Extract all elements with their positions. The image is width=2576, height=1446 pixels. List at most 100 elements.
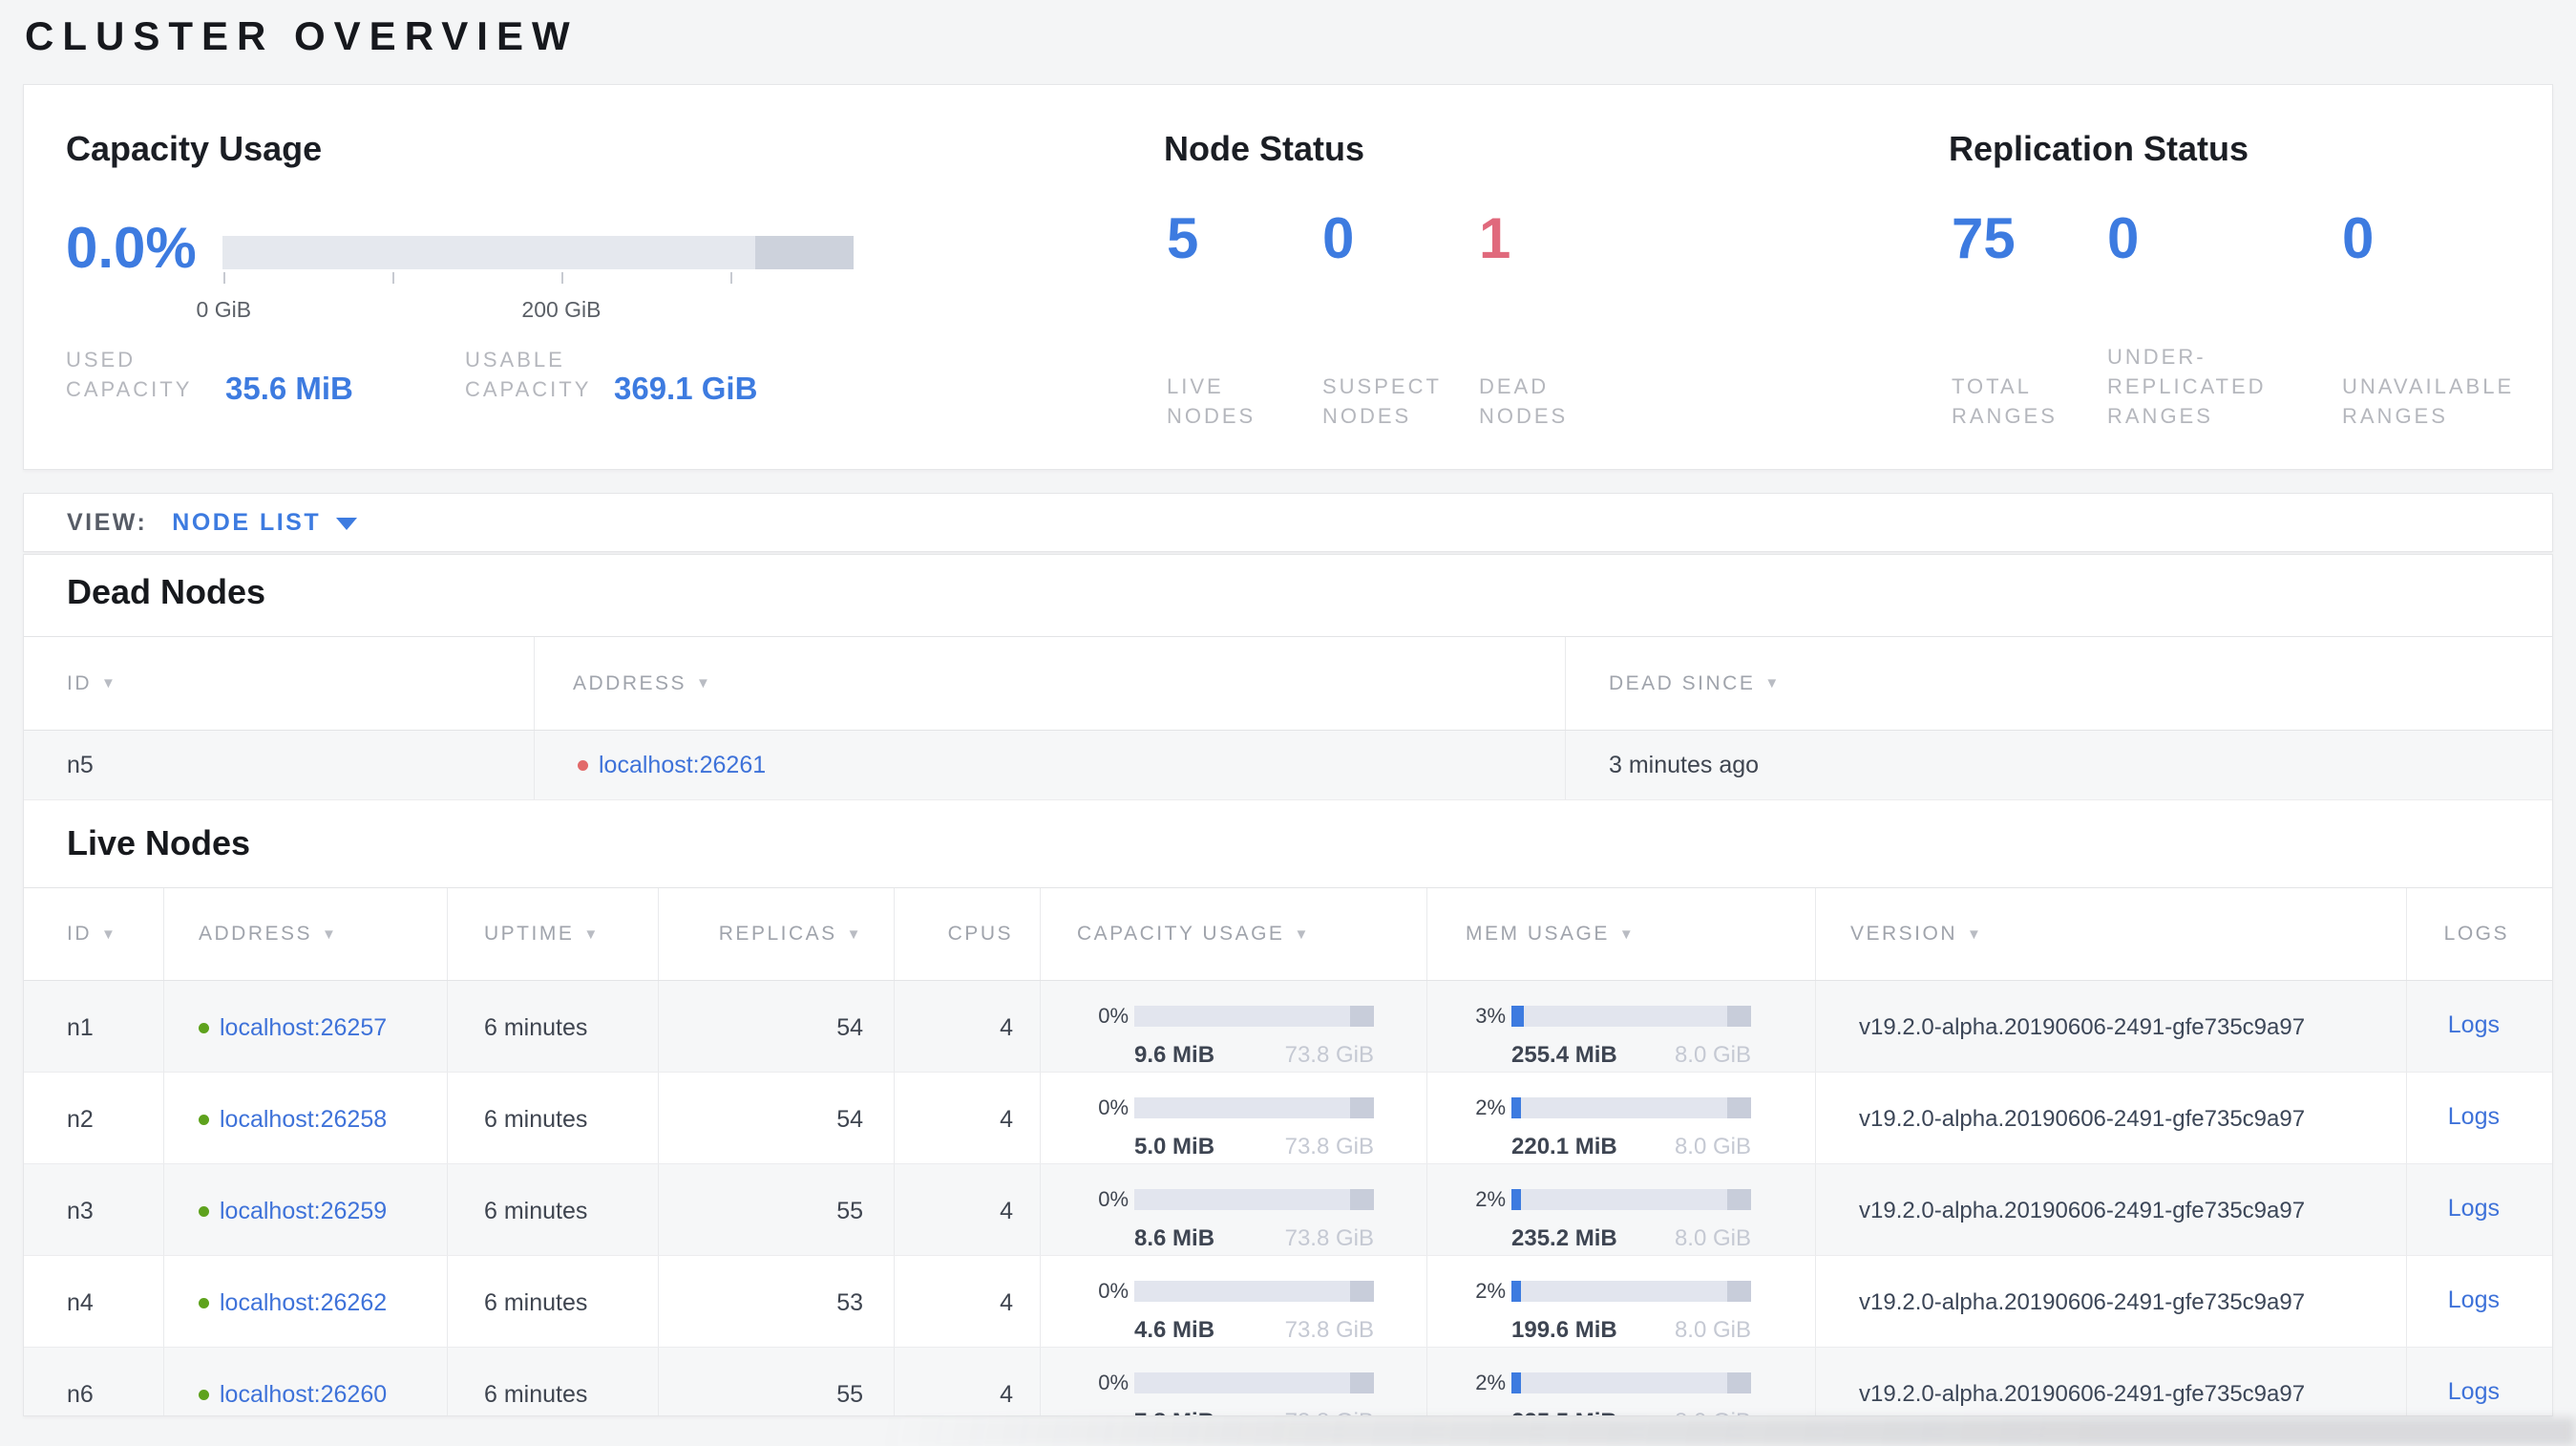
sort-desc-icon: ▼ xyxy=(1618,925,1636,943)
sort-desc-icon: ▼ xyxy=(101,925,118,943)
memory-bar xyxy=(1511,1189,1751,1210)
node-status-title: Node Status xyxy=(1164,129,1365,168)
node-id: n3 xyxy=(67,1198,94,1224)
node-logs-cell: Logs xyxy=(2406,1073,2552,1163)
node-version: v19.2.0-alpha.20190606-2491-gfe735c9a97 xyxy=(1815,1073,2406,1163)
node-address-cell: localhost:26262 xyxy=(163,1256,447,1347)
used-capacity-value: 35.6 MiB xyxy=(225,371,353,406)
node-address-cell: localhost:26257 xyxy=(163,981,447,1072)
col-header-cpus[interactable]: CPUS xyxy=(894,888,1040,980)
logs-link[interactable]: Logs xyxy=(2448,1378,2500,1415)
node-mem-usage: 3% 255.4 MiB 8.0 GiB xyxy=(1426,981,1815,1072)
axis-tick xyxy=(223,272,226,284)
node-replicas: 53 xyxy=(658,1256,894,1347)
under-replicated-ranges-stat: 0 UNDER- REPLICATED RANGES xyxy=(2107,209,2332,431)
node-replicas: 55 xyxy=(658,1348,894,1415)
node-address-cell: localhost:26259 xyxy=(163,1164,447,1255)
col-header-address[interactable]: ADDRESS ▼ xyxy=(163,888,447,980)
memory-reserved-segment xyxy=(1726,1189,1751,1210)
node-replicas: 54 xyxy=(658,1073,894,1163)
node-address-link[interactable]: localhost:26259 xyxy=(220,1195,387,1227)
memory-reserved-segment xyxy=(1726,1097,1751,1118)
view-selector-dropdown[interactable]: NODE LIST xyxy=(172,509,358,537)
capacity-usage-bar xyxy=(222,236,854,269)
node-version: v19.2.0-alpha.20190606-2491-gfe735c9a97 xyxy=(1815,1348,2406,1415)
node-cpus: 4 xyxy=(894,1164,1040,1255)
memory-reserved-segment xyxy=(1726,1006,1751,1027)
node-address-link[interactable]: localhost:26260 xyxy=(220,1378,387,1411)
node-capacity-usage: 0% 8.6 MiB 73.8 GiB xyxy=(1040,1164,1426,1255)
table-row: n4 localhost:26262 6 minutes 53 4 0% 4.6… xyxy=(24,1256,2552,1348)
live-status-dot-icon xyxy=(199,1389,209,1400)
node-address-cell: localhost:26258 xyxy=(163,1073,447,1163)
capacity-axis: 0 GiB 200 GiB xyxy=(197,272,854,322)
suspect-nodes-stat: 0 SUSPECT NODES xyxy=(1322,209,1466,431)
bottom-shadow xyxy=(401,1417,2576,1446)
node-capacity-usage: 0% 5.0 MiB 73.8 GiB xyxy=(1040,1073,1426,1163)
cluster-overview-page: CLUSTER OVERVIEW Capacity Usage 0.0% 0 G… xyxy=(0,0,2576,1446)
memory-bar xyxy=(1511,1372,1751,1393)
dead-node-address-cell: localhost:26261 xyxy=(534,731,1565,799)
capacity-used-percent: 0.0% xyxy=(66,216,197,280)
total-ranges-label: TOTAL RANGES xyxy=(1952,374,2058,428)
axis-tick xyxy=(730,272,733,284)
live-nodes-table-header: ID ▼ ADDRESS ▼ UPTIME ▼ REPLICAS ▼ CPUS … xyxy=(24,887,2552,981)
capacity-reserved-segment xyxy=(1349,1281,1374,1302)
col-header-id[interactable]: ID ▼ xyxy=(24,888,163,980)
col-header-uptime[interactable]: UPTIME ▼ xyxy=(447,888,658,980)
col-header-capacity-usage[interactable]: CAPACITY USAGE ▼ xyxy=(1040,888,1426,980)
memory-bar xyxy=(1511,1281,1751,1302)
node-mem-usage: 2% 220.1 MiB 8.0 GiB xyxy=(1426,1073,1815,1163)
logs-link[interactable]: Logs xyxy=(2448,1011,2500,1072)
node-logs-cell: Logs xyxy=(2406,981,2552,1072)
suspect-nodes-label: SUSPECT NODES xyxy=(1322,374,1442,428)
col-header-id[interactable]: ID ▼ xyxy=(24,637,534,730)
node-logs-cell: Logs xyxy=(2406,1164,2552,1255)
col-header-mem-usage[interactable]: MEM USAGE ▼ xyxy=(1426,888,1815,980)
unavailable-ranges-value: 0 xyxy=(2342,206,2375,270)
col-header-address[interactable]: ADDRESS ▼ xyxy=(534,637,1565,730)
node-address-link[interactable]: localhost:26262 xyxy=(220,1287,387,1319)
col-header-version[interactable]: VERSION ▼ xyxy=(1815,888,2406,980)
node-id: n4 xyxy=(67,1289,94,1316)
node-address-cell: localhost:26260 xyxy=(163,1348,447,1415)
col-header-logs[interactable]: LOGS xyxy=(2406,888,2552,980)
dead-node-dead-since: 3 minutes ago xyxy=(1565,731,2552,799)
table-row: n1 localhost:26257 6 minutes 54 4 0% 9.6… xyxy=(24,981,2552,1073)
live-nodes-stat: 5 LIVE NODES xyxy=(1167,209,1310,431)
axis-tick xyxy=(560,272,563,284)
sort-desc-icon: ▼ xyxy=(696,675,713,691)
live-nodes-value: 5 xyxy=(1167,206,1199,270)
node-cpus: 4 xyxy=(894,981,1040,1072)
dead-node-address-link[interactable]: localhost:26261 xyxy=(599,749,766,781)
col-header-replicas[interactable]: REPLICAS ▼ xyxy=(658,888,894,980)
usable-capacity-label: USABLE CAPACITY xyxy=(465,348,592,401)
logs-link[interactable]: Logs xyxy=(2448,1103,2500,1163)
col-header-dead-since[interactable]: DEAD SINCE ▼ xyxy=(1565,637,2552,730)
live-status-dot-icon xyxy=(199,1297,209,1308)
under-replicated-ranges-label: UNDER- REPLICATED RANGES xyxy=(2107,345,2267,428)
node-id: n6 xyxy=(67,1381,94,1408)
node-logs-cell: Logs xyxy=(2406,1348,2552,1415)
node-mem-usage: 2% 235.2 MiB 8.0 GiB xyxy=(1426,1164,1815,1255)
capacity-bar xyxy=(1134,1097,1374,1118)
node-uptime: 6 minutes xyxy=(447,1164,658,1255)
dead-node-id: n5 xyxy=(67,752,94,778)
node-cpus: 4 xyxy=(894,1256,1040,1347)
cluster-summary-card: Capacity Usage 0.0% 0 GiB 200 GiB USED C… xyxy=(23,84,2553,470)
node-version: v19.2.0-alpha.20190606-2491-gfe735c9a97 xyxy=(1815,1256,2406,1347)
view-selected-value[interactable]: NODE LIST xyxy=(172,509,321,537)
logs-link[interactable]: Logs xyxy=(2448,1287,2500,1347)
node-capacity-usage: 0% 4.6 MiB 73.8 GiB xyxy=(1040,1256,1426,1347)
memory-reserved-segment xyxy=(1726,1372,1751,1393)
live-nodes-label: LIVE NODES xyxy=(1167,374,1256,428)
logs-link[interactable]: Logs xyxy=(2448,1195,2500,1255)
capacity-reserved-segment xyxy=(1349,1372,1374,1393)
node-address-link[interactable]: localhost:26258 xyxy=(220,1103,387,1136)
capacity-reserved-segment xyxy=(754,236,854,269)
dead-nodes-table-header: ID ▼ ADDRESS ▼ DEAD SINCE ▼ xyxy=(24,636,2552,731)
sort-desc-icon: ▼ xyxy=(1967,925,1984,943)
axis-tick xyxy=(391,272,394,284)
node-address-link[interactable]: localhost:26257 xyxy=(220,1011,387,1044)
node-version: v19.2.0-alpha.20190606-2491-gfe735c9a97 xyxy=(1815,981,2406,1072)
